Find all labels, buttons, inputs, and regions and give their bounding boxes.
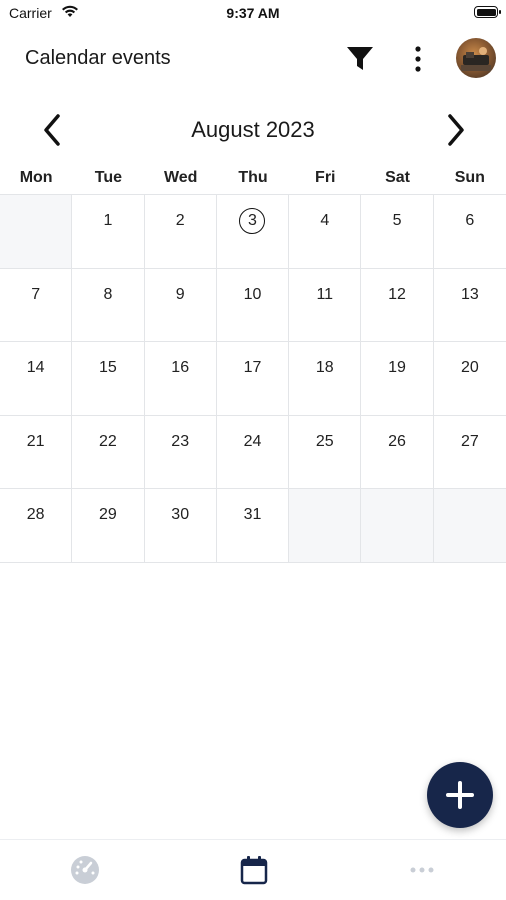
weekday-label: Tue — [94, 169, 123, 186]
day-cell[interactable]: 17 — [216, 342, 290, 416]
day-cell[interactable]: 20 — [433, 342, 506, 416]
weekday-label: Mon — [19, 169, 53, 186]
more-horizontal-icon[interactable] — [406, 854, 438, 886]
day-cell — [289, 489, 362, 563]
status-bar: Carrier 9:37 AM — [0, 0, 506, 26]
weekday-label: Wed — [163, 169, 198, 186]
add-event-button[interactable] — [427, 762, 493, 828]
day-cell[interactable]: 9 — [144, 268, 217, 342]
day-number: 7 — [31, 285, 41, 303]
day-cell[interactable]: 22 — [72, 415, 145, 489]
day-number: 1 — [103, 212, 113, 229]
battery-icon — [474, 6, 501, 18]
day-number: 8 — [103, 285, 113, 303]
day-cell[interactable]: 5 — [361, 195, 434, 269]
day-cell[interactable]: 15 — [72, 342, 145, 416]
day-cell[interactable]: 29 — [72, 489, 145, 563]
day-cell[interactable]: 6 — [433, 195, 506, 269]
day-cell[interactable]: 4 — [289, 195, 362, 269]
plus-icon — [446, 781, 474, 809]
day-number: 17 — [243, 359, 262, 376]
day-number: 29 — [99, 506, 117, 523]
day-cell[interactable]: 14 — [0, 342, 73, 416]
day-number: 23 — [171, 432, 190, 450]
page-title: Calendar events — [25, 47, 171, 69]
day-number: 16 — [171, 359, 190, 376]
day-cell[interactable]: 18 — [289, 342, 362, 416]
day-number: 11 — [316, 285, 334, 303]
day-number: 21 — [26, 432, 45, 450]
chevron-right-icon[interactable] — [440, 110, 470, 150]
day-number: 28 — [26, 506, 45, 523]
more-vertical-icon[interactable] — [408, 44, 428, 74]
day-cell[interactable]: 28 — [0, 489, 73, 563]
day-number: 27 — [460, 432, 479, 450]
day-number: 9 — [175, 285, 185, 303]
weekday-label: Fri — [315, 169, 336, 186]
day-cell — [433, 489, 506, 563]
day-number: 6 — [465, 212, 475, 229]
status-time: 9:37 AM — [226, 5, 280, 21]
day-cell[interactable]: 21 — [0, 415, 73, 489]
day-cell[interactable]: 25 — [289, 415, 362, 489]
day-cell — [0, 195, 73, 269]
day-cell[interactable]: 2 — [144, 195, 217, 269]
day-number: 2 — [175, 212, 185, 229]
day-cell[interactable]: 24 — [216, 415, 290, 489]
day-cell[interactable]: 12 — [361, 268, 434, 342]
calendar-icon[interactable] — [238, 854, 270, 886]
calendar-grid: 1 2 3 4 5 6 7 8 9 10 11 12 13 14 15 16 1… — [0, 194, 506, 563]
day-cell[interactable]: 8 — [72, 268, 145, 342]
day-number: 4 — [320, 212, 330, 229]
day-cell[interactable]: 11 — [289, 268, 362, 342]
day-number: 13 — [460, 285, 479, 303]
day-number: 20 — [460, 359, 479, 376]
weekday-label: Sat — [385, 169, 411, 186]
day-cell[interactable]: 13 — [433, 269, 506, 342]
day-number: 14 — [26, 359, 45, 376]
day-number: 30 — [171, 506, 190, 523]
day-number: 3 — [239, 208, 266, 234]
weekday-header: Mon Tue Wed Thu Fri Sat Sun — [0, 162, 506, 194]
day-number: 25 — [315, 432, 334, 450]
day-number: 24 — [243, 432, 262, 450]
day-cell[interactable]: 3 — [216, 195, 290, 269]
day-number: 15 — [99, 359, 117, 376]
day-number: 5 — [392, 212, 402, 229]
day-number: 26 — [388, 432, 406, 450]
day-cell[interactable]: 23 — [144, 415, 217, 489]
day-number: 22 — [99, 432, 117, 450]
day-cell[interactable]: 31 — [216, 489, 290, 563]
month-label: August 2023 — [191, 117, 315, 142]
day-number: 12 — [388, 285, 406, 303]
day-number: 19 — [388, 359, 406, 376]
weekday-label: Thu — [238, 169, 268, 186]
dashboard-icon[interactable] — [69, 854, 101, 886]
day-cell[interactable]: 7 — [0, 268, 73, 342]
day-number: 10 — [243, 285, 262, 303]
month-navigation: August 2023 — [0, 108, 506, 152]
day-cell — [361, 489, 434, 563]
day-cell[interactable]: 10 — [216, 268, 290, 342]
day-cell[interactable]: 26 — [361, 415, 434, 489]
avatar[interactable] — [456, 38, 496, 78]
filter-icon[interactable] — [345, 44, 375, 74]
day-cell[interactable]: 30 — [144, 489, 217, 563]
day-cell[interactable]: 27 — [433, 416, 506, 489]
day-cell[interactable]: 1 — [72, 195, 145, 269]
app-bar: Calendar events — [0, 30, 506, 86]
bottom-navigation — [0, 839, 506, 900]
day-cell[interactable]: 19 — [361, 342, 434, 416]
weekday-label: Sun — [454, 169, 485, 186]
day-cell[interactable]: 16 — [144, 342, 217, 416]
day-number: 18 — [315, 359, 334, 376]
day-number: 31 — [243, 506, 262, 523]
